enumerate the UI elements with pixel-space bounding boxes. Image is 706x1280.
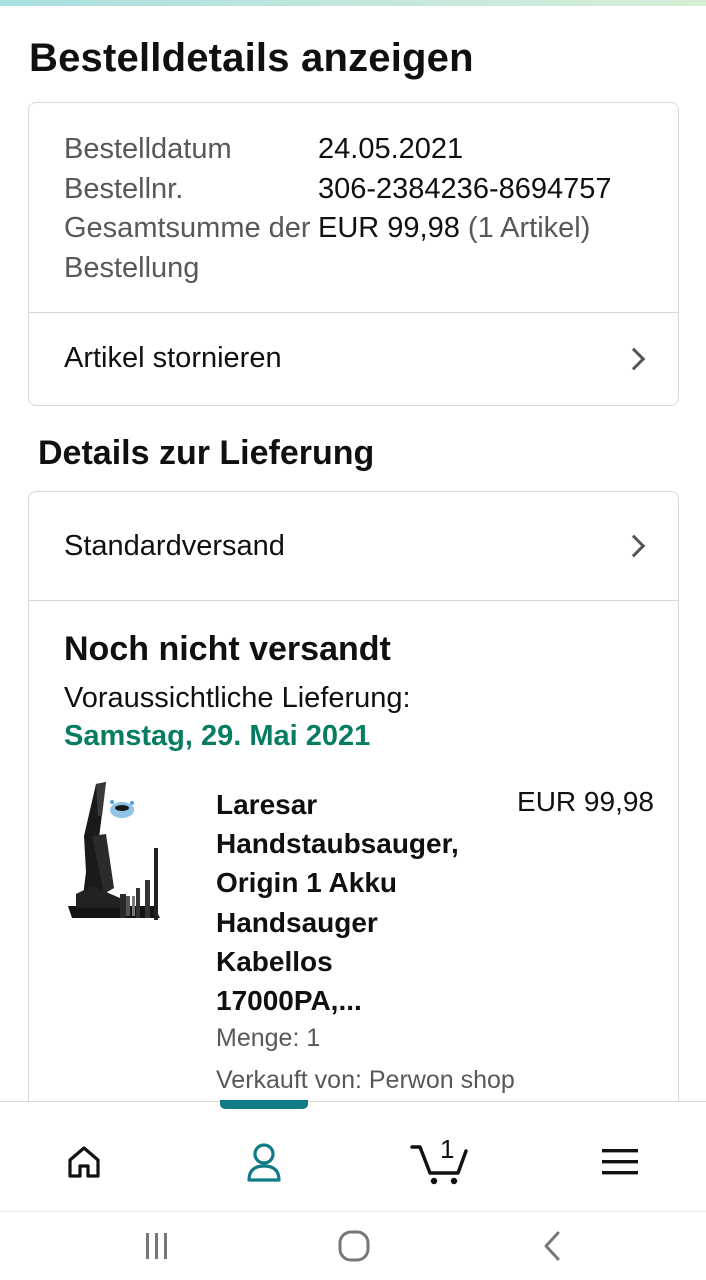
nav-menu-button[interactable]	[590, 1132, 650, 1192]
delivery-section-title: Details zur Lieferung	[38, 434, 375, 472]
system-navigation-bar	[0, 1211, 706, 1280]
order-total-label: Gesamtsumme der Bestellung	[64, 212, 311, 284]
menu-icon	[602, 1149, 638, 1175]
delivery-card: Standardversand Noch nicht versandt Vora…	[28, 491, 679, 1131]
product-quantity: Menge: 1	[216, 1024, 321, 1052]
cancel-items-link[interactable]: Artikel stornieren	[29, 312, 678, 404]
order-total-amount: EUR 99,98	[318, 212, 460, 244]
handheld-vacuum-image[interactable]	[62, 776, 192, 936]
divider	[29, 600, 678, 601]
order-total-row: Gesamtsumme der Bestellung EUR 99,98 (1 …	[64, 209, 612, 288]
nav-home-button[interactable]	[54, 1132, 114, 1192]
bottom-nav-bar: 1	[0, 1100, 706, 1211]
recent-apps-icon	[146, 1233, 167, 1259]
expected-delivery-date: Samstag, 29. Mai 2021	[64, 720, 371, 752]
home-icon	[68, 1146, 100, 1178]
product-price: EUR 99,98	[517, 786, 654, 817]
order-date-row: Bestelldatum 24.05.2021	[64, 130, 612, 170]
order-summary-card: Bestelldatum 24.05.2021 Bestellnr. 306-2…	[28, 102, 679, 406]
chevron-right-icon	[622, 534, 646, 558]
order-total-item-count: (1 Artikel)	[467, 212, 591, 244]
system-home-button[interactable]	[334, 1226, 374, 1266]
shipping-method-label: Standardversand	[64, 529, 285, 562]
order-number-value: 306-2384236-8694757	[318, 172, 612, 205]
nav-account-button[interactable]	[234, 1132, 294, 1192]
order-number-row: Bestellnr. 306-2384236-8694757	[64, 170, 612, 210]
product-title-link[interactable]: Laresar Handstaubsauger, Origin 1 Akku H…	[216, 785, 486, 1020]
shipment-status: Noch nicht versandt	[64, 630, 391, 668]
recent-apps-button[interactable]	[137, 1226, 177, 1266]
top-status-strip	[0, 0, 706, 6]
system-back-button[interactable]	[532, 1226, 572, 1266]
order-date-label: Bestelldatum	[64, 133, 232, 165]
shipping-method-link[interactable]: Standardversand	[29, 492, 678, 600]
cancel-items-label: Artikel stornieren	[64, 342, 282, 374]
home-circle-icon	[338, 1230, 370, 1262]
account-icon	[247, 1143, 281, 1182]
chevron-right-icon	[622, 347, 646, 370]
order-number-label: Bestellnr.	[64, 172, 184, 205]
cart-count-badge: 1	[440, 1134, 455, 1164]
order-info-grid: Bestelldatum 24.05.2021 Bestellnr. 306-2…	[64, 130, 612, 288]
page-title: Bestelldetails anzeigen	[29, 36, 474, 80]
nav-cart-button[interactable]: 1	[410, 1132, 470, 1192]
order-total-value: EUR 99,98 (1 Artikel)	[318, 209, 590, 288]
expected-delivery-label: Voraussichtliche Lieferung:	[64, 682, 411, 714]
order-date-value: 24.05.2021	[318, 133, 464, 165]
product-seller: Verkauft von: Perwon shop	[216, 1066, 515, 1094]
active-tab-indicator	[220, 1100, 308, 1109]
back-icon	[544, 1231, 560, 1261]
